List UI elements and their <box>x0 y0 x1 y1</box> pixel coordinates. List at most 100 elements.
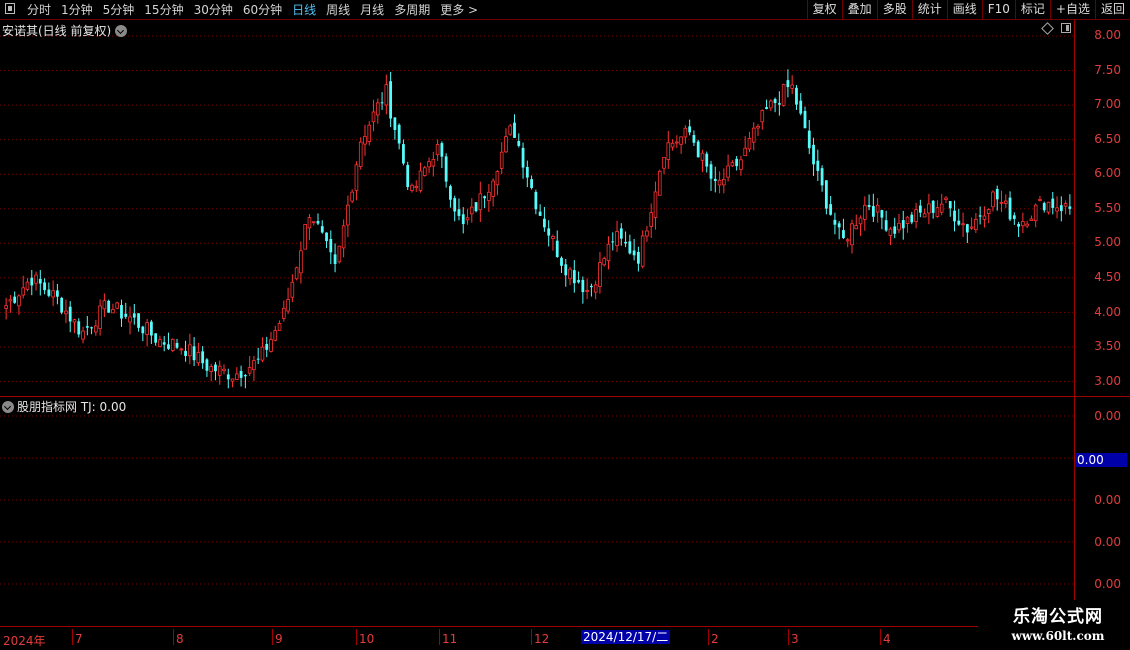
candle-body <box>444 156 448 182</box>
candle-body <box>790 84 794 89</box>
candle-body <box>252 360 256 371</box>
price-tick: 4.50 <box>1094 270 1121 284</box>
candle-body <box>214 364 217 372</box>
candle-body <box>47 289 51 296</box>
mark-button[interactable]: 标记 <box>1014 0 1050 19</box>
candle-body <box>517 141 521 146</box>
date-label: 2024年 <box>3 634 46 648</box>
candle-body <box>974 218 978 231</box>
candle-body <box>290 281 295 298</box>
candle-body <box>833 219 837 225</box>
candle-body <box>1059 205 1063 212</box>
candle-body <box>325 232 328 242</box>
tab-5min[interactable]: 5分钟 <box>103 1 135 18</box>
candle-body <box>427 161 431 168</box>
statistics-button[interactable]: 统计 <box>911 0 947 19</box>
candle-body <box>337 245 342 263</box>
tab-30min[interactable]: 30分钟 <box>194 1 233 18</box>
price-tick: 3.50 <box>1094 339 1121 353</box>
candle-body <box>624 241 627 244</box>
candle-body <box>692 135 696 143</box>
candle-body <box>179 348 184 351</box>
chevron-down-icon[interactable] <box>115 25 128 37</box>
candle-body <box>504 136 508 153</box>
candle-body <box>350 191 354 202</box>
date-tick <box>272 629 273 645</box>
candle-body <box>590 285 593 288</box>
candle-body <box>760 110 765 123</box>
candle-body <box>824 180 828 209</box>
candle-body <box>170 338 175 351</box>
candle-body <box>769 100 773 109</box>
indicator-chart[interactable] <box>0 397 1074 600</box>
candle-body <box>205 359 209 371</box>
candle-body <box>380 102 384 104</box>
candle-body <box>422 167 427 176</box>
overlay-button[interactable]: 叠加 <box>841 0 877 19</box>
candle-body <box>137 313 140 328</box>
tab-15min[interactable]: 15分钟 <box>144 1 183 18</box>
layout-toggle-icon[interactable] <box>1061 23 1071 33</box>
restore-rights-button[interactable]: 复权 <box>806 0 842 19</box>
draw-line-button[interactable]: 画线 <box>946 0 982 19</box>
chevron-down-icon[interactable] <box>2 401 14 413</box>
indicator-tick: 0.00 <box>1094 577 1121 591</box>
date-label: 2 <box>711 632 719 646</box>
candle-body <box>730 162 735 167</box>
candle-body <box>269 339 273 352</box>
candle-body <box>320 226 324 233</box>
candle-body <box>239 370 243 378</box>
price-tick: 3.00 <box>1094 374 1121 388</box>
tab-multi-period[interactable]: 多周期 <box>394 1 430 18</box>
candle-body <box>1012 215 1016 219</box>
candle-body <box>751 127 756 143</box>
candle-body <box>111 309 115 314</box>
candle-body <box>453 198 457 212</box>
candle-body <box>953 210 956 222</box>
candle-body <box>700 152 705 161</box>
price-axis: 8.00 7.50 7.00 6.50 6.00 5.50 5.00 4.50 … <box>1074 20 1130 396</box>
add-favorite-button[interactable]: +自选 <box>1049 0 1095 19</box>
date-label: 9 <box>275 632 283 646</box>
tab-fenshi[interactable]: 分时 <box>27 1 51 18</box>
candle-body <box>68 306 72 322</box>
tab-60min[interactable]: 60分钟 <box>243 1 282 18</box>
candle-body <box>13 296 17 303</box>
date-tick <box>788 629 789 645</box>
tab-1min[interactable]: 1分钟 <box>61 1 93 18</box>
tab-monthly[interactable]: 月线 <box>360 1 384 18</box>
candle-body <box>273 330 278 341</box>
candle-body <box>286 299 290 312</box>
candle-body <box>807 130 811 149</box>
candle-body <box>256 358 260 360</box>
candle-body <box>402 144 405 164</box>
candle-body <box>64 310 68 315</box>
candle-body <box>457 209 461 216</box>
candle-body <box>1055 207 1059 212</box>
candle-body <box>829 204 833 215</box>
candle-body <box>837 223 841 228</box>
back-button[interactable]: 返回 <box>1094 0 1130 19</box>
candle-body <box>1025 223 1029 227</box>
candle-body <box>141 326 145 334</box>
tab-weekly[interactable]: 周线 <box>326 1 350 18</box>
tab-daily[interactable]: 日线 <box>292 1 316 18</box>
candle-body <box>547 228 551 236</box>
tab-more[interactable]: 更多 > <box>440 1 478 18</box>
candle-body <box>884 220 888 231</box>
price-tick: 6.00 <box>1094 166 1121 180</box>
candle-body <box>145 322 149 335</box>
candle-body <box>21 287 26 296</box>
candle-body <box>662 156 666 169</box>
candle-body <box>670 142 675 148</box>
candle-body <box>307 217 312 229</box>
candle-body <box>1021 221 1025 227</box>
candle-body <box>521 147 525 168</box>
f10-button[interactable]: F10 <box>981 0 1015 19</box>
multi-stock-button[interactable]: 多股 <box>876 0 912 19</box>
candle-body <box>60 297 64 313</box>
candle-body <box>568 268 572 280</box>
indicator-grid <box>0 415 1074 585</box>
window-icon[interactable] <box>5 3 15 14</box>
price-chart[interactable] <box>0 20 1074 396</box>
